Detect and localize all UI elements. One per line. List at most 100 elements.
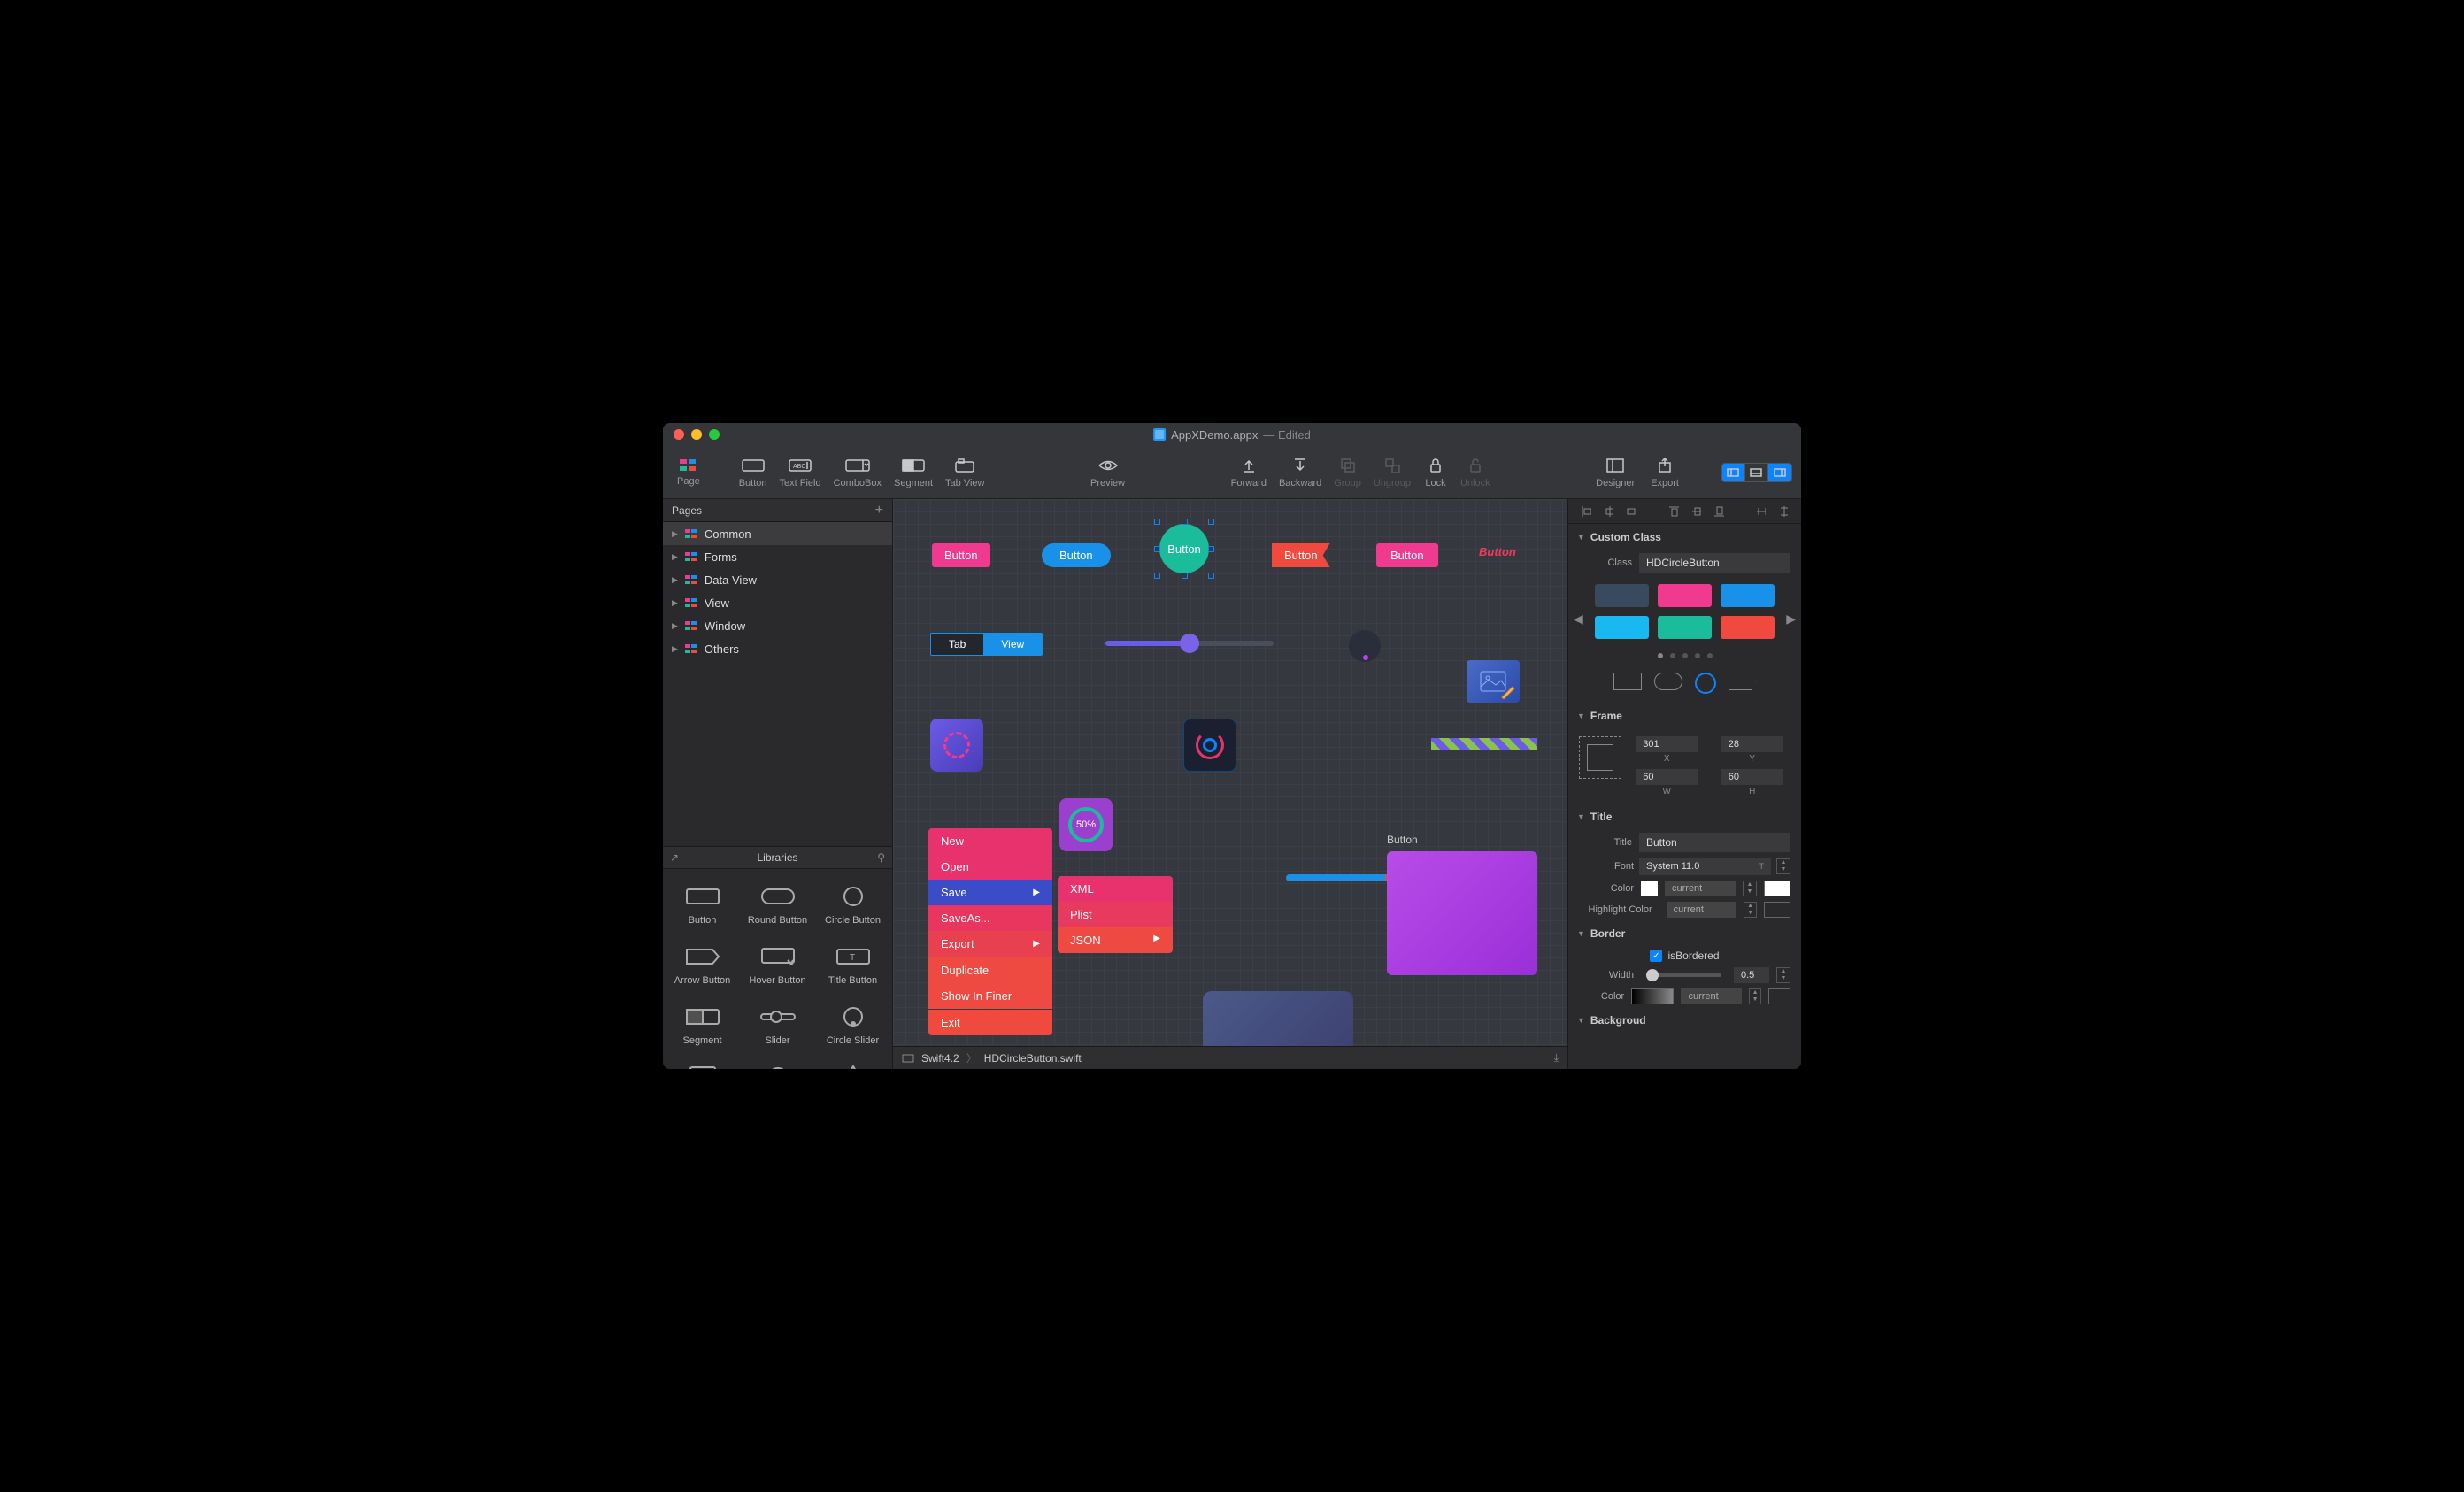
lib-button[interactable]: Button (666, 876, 738, 933)
border-width-slider[interactable] (1646, 973, 1721, 977)
font-picker[interactable]: System 11.0T (1639, 858, 1771, 875)
title-color-swatch[interactable] (1641, 881, 1658, 896)
lib-title-button[interactable]: TTitle Button (817, 936, 889, 993)
search-library-icon[interactable]: ⚲ (877, 851, 885, 864)
shape-arrow[interactable] (1729, 673, 1757, 690)
submenu-plist[interactable]: Plist (1058, 902, 1173, 927)
y-input[interactable]: 28 (1721, 736, 1783, 752)
menu-open[interactable]: Open (928, 854, 1052, 880)
shape-circle[interactable] (1695, 673, 1716, 694)
border-color-well[interactable] (1768, 988, 1790, 1004)
lib-circle-button[interactable]: Circle Button (817, 876, 889, 933)
title-input[interactable] (1639, 833, 1790, 852)
canvas-popover[interactable] (1203, 991, 1353, 1046)
x-input[interactable]: 301 (1636, 736, 1698, 752)
view-mode-left[interactable] (1722, 464, 1745, 481)
class-input[interactable] (1639, 553, 1790, 573)
canvas-teal-circle-button[interactable]: Button (1159, 524, 1209, 573)
canvas-progress-rings[interactable] (1183, 719, 1236, 772)
open-library-icon[interactable]: ↗ (670, 851, 679, 864)
submenu-xml[interactable]: XML (1058, 876, 1173, 902)
title-color-stepper[interactable]: ▲▼ (1743, 881, 1757, 896)
canvas-progress-bar[interactable] (1286, 874, 1392, 881)
view-mode-right[interactable] (1768, 464, 1791, 481)
swatch-prev[interactable]: ◀ (1574, 611, 1583, 627)
swatch-4[interactable] (1595, 616, 1649, 639)
tabview-tool[interactable]: Tab View (940, 453, 989, 492)
canvas-progress-percent[interactable]: 50% (1059, 798, 1113, 851)
download-icon[interactable]: ⤓ (1554, 1051, 1559, 1065)
align-left-icon[interactable] (1581, 505, 1591, 518)
page-row-others[interactable]: ▶ Others (663, 637, 892, 660)
unlock-button[interactable]: Unlock (1455, 453, 1496, 492)
canvas-segment[interactable]: Tab View (930, 633, 1043, 656)
segment-tab[interactable]: Tab (931, 634, 983, 655)
anchor-diagram[interactable] (1579, 736, 1621, 779)
view-mode-segment[interactable] (1721, 463, 1792, 482)
menu-new[interactable]: New (928, 828, 1052, 854)
border-gradient[interactable] (1631, 988, 1674, 1004)
menu-showinfinder[interactable]: Show In Finer (928, 983, 1052, 1009)
breadcrumb-file[interactable]: HDCircleButton.swift (984, 1052, 1082, 1065)
canvas-pink-hover-button[interactable]: Button (1376, 543, 1438, 567)
menu-export[interactable]: Export▶ (928, 931, 1052, 957)
dot[interactable] (1707, 653, 1713, 658)
lib-circle-slider[interactable]: Circle Slider (817, 996, 889, 1053)
swatch-6[interactable] (1721, 616, 1775, 639)
canvas-red-arrow-button[interactable]: Button (1272, 543, 1330, 567)
slider-thumb[interactable] (1180, 634, 1199, 653)
page-row-dataview[interactable]: ▶ Data View (663, 568, 892, 591)
page-row-window[interactable]: ▶ Window (663, 614, 892, 637)
ungroup-button[interactable]: Ungroup (1368, 453, 1416, 492)
align-center-v-icon[interactable] (1691, 505, 1702, 518)
canvas-image-view[interactable] (1467, 660, 1520, 703)
textfield-tool[interactable]: ABC Text Field (774, 453, 827, 492)
page-row-view[interactable]: ▶ View (663, 591, 892, 614)
close-window-button[interactable] (674, 429, 684, 440)
shape-pill[interactable] (1654, 673, 1682, 690)
canvas-gradient-box[interactable]: Button (1387, 851, 1537, 975)
canvas-title-button[interactable]: Button (1479, 545, 1516, 558)
title-color-well[interactable] (1764, 881, 1790, 896)
border-width-stepper[interactable]: ▲▼ (1776, 967, 1790, 983)
lib-arrow-button[interactable]: Arrow Button (666, 936, 738, 993)
button-tool[interactable]: Button (734, 453, 773, 492)
frame-header[interactable]: ▼Frame (1568, 703, 1801, 729)
canvas-progress-spinner[interactable] (930, 719, 983, 772)
combobox-tool[interactable]: ComboBox (828, 453, 887, 492)
distribute-h-icon[interactable] (1756, 505, 1767, 518)
highlight-stepper[interactable]: ▲▼ (1744, 902, 1758, 918)
designer-button[interactable]: Designer (1590, 453, 1640, 492)
submenu-json[interactable]: JSON▶ (1058, 927, 1173, 953)
canvas-circle-slider[interactable] (1349, 630, 1381, 662)
border-color-mode[interactable]: current (1681, 988, 1742, 1004)
w-input[interactable]: 60 (1636, 769, 1698, 785)
title-header[interactable]: ▼Title (1568, 804, 1801, 830)
lib-slider[interactable]: Slider (742, 996, 813, 1053)
distribute-v-icon[interactable] (1778, 505, 1789, 518)
lib-image-view[interactable]: Image View (666, 1057, 738, 1069)
canvas-slider[interactable] (1105, 641, 1274, 646)
add-page-button[interactable]: + (875, 503, 883, 519)
menu-saveas[interactable]: SaveAs... (928, 905, 1052, 931)
isbordered-checkbox[interactable]: ✓ (1650, 950, 1662, 962)
preview-button[interactable]: Preview (1085, 453, 1130, 492)
background-header[interactable]: ▼Backgroud (1568, 1007, 1801, 1034)
lib-hover-button[interactable]: Hover Button (742, 936, 813, 993)
canvas-submenu[interactable]: XML Plist JSON▶ (1058, 876, 1173, 953)
align-right-icon[interactable] (1626, 505, 1636, 518)
forward-button[interactable]: Forward (1226, 453, 1272, 492)
view-mode-bottom[interactable] (1745, 464, 1768, 481)
backward-button[interactable]: Backward (1274, 453, 1327, 492)
highlight-color-mode[interactable]: current (1667, 902, 1736, 918)
canvas-popup-menu[interactable]: New Open Save▶ SaveAs... Export▶ Duplica… (928, 828, 1052, 1035)
custom-class-header[interactable]: ▼Custom Class (1568, 524, 1801, 550)
lib-round-button[interactable]: Round Button (742, 876, 813, 933)
swatch-2[interactable] (1658, 584, 1712, 607)
shape-rect[interactable] (1613, 673, 1642, 690)
design-canvas[interactable]: Button Button Button Button Button Butto… (893, 499, 1567, 1046)
border-width-value[interactable]: 0.5 (1734, 967, 1769, 983)
export-button[interactable]: Export (1645, 453, 1684, 492)
canvas-blue-pill-button[interactable]: Button (1042, 543, 1111, 567)
page-row-forms[interactable]: ▶ Forms (663, 545, 892, 568)
